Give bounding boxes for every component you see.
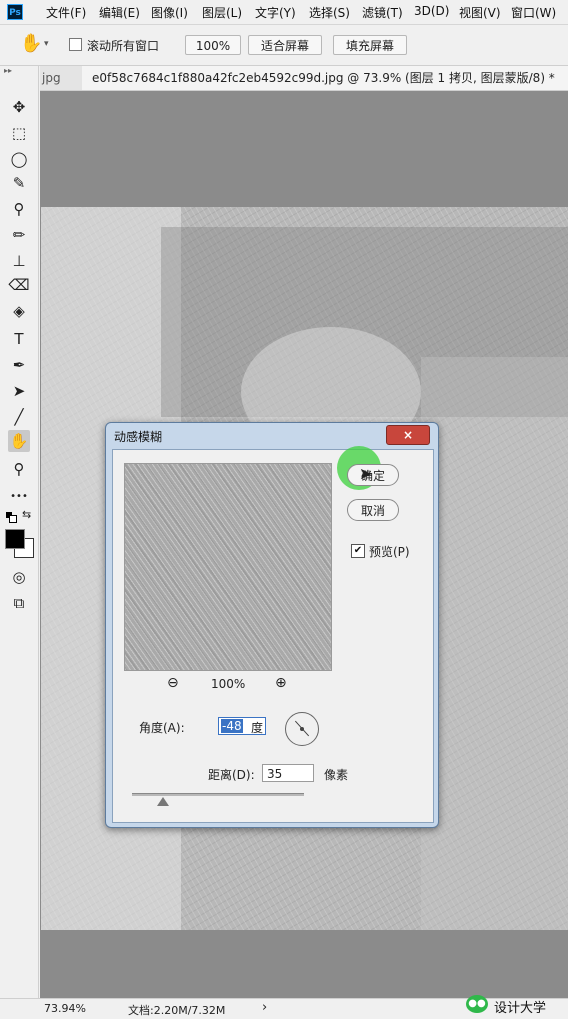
chevron-down-icon[interactable]: ▾ <box>44 39 49 49</box>
distance-unit: 像素 <box>324 768 349 782</box>
marquee-tool-icon[interactable]: ⬚ <box>8 122 30 144</box>
eyedropper-tool-icon[interactable]: ⚲ <box>8 198 30 220</box>
menu-filter[interactable]: 滤镜(T) <box>362 4 403 21</box>
menu-type[interactable]: 文字(Y) <box>255 4 296 21</box>
distance-slider-thumb[interactable] <box>157 797 169 806</box>
preview-checkbox[interactable]: ✔ <box>351 544 365 558</box>
status-zoom[interactable]: 73.94% <box>44 1002 86 1015</box>
menu-3d[interactable]: 3D(D) <box>414 4 449 18</box>
zoom-100-button[interactable]: 100% <box>185 35 241 55</box>
default-colors-icon[interactable] <box>6 512 17 523</box>
angle-unit: 度 <box>251 721 264 735</box>
photoshop-logo-icon: Ps <box>7 4 23 20</box>
status-document-size: 文档:2.20M/7.32M <box>128 1004 226 1017</box>
tab-previous-document[interactable]: jpg <box>40 66 82 90</box>
wechat-icon: ●● <box>466 995 488 1013</box>
angle-value: -48 <box>221 719 243 733</box>
status-bar: 73.94% 文档:2.20M/7.32M › ●● 设计大学 <box>0 995 568 1019</box>
scroll-all-label: 滚动所有窗口 <box>87 39 160 53</box>
dialog-close-button[interactable]: × <box>386 425 430 445</box>
move-tool-icon[interactable]: ✥ <box>8 96 30 118</box>
hand-icon[interactable]: ✋ <box>20 33 42 54</box>
menu-view[interactable]: 视图(V) <box>459 4 501 21</box>
brush-tool-icon[interactable]: ✏ <box>8 224 30 246</box>
scroll-all-checkbox[interactable] <box>69 38 82 51</box>
menu-image[interactable]: 图像(I) <box>151 4 188 21</box>
lasso-tool-icon[interactable]: ◯ <box>8 148 30 170</box>
tools-panel: ▸▸ ✥ ⬚ ◯ ✎ ⚲ ✏ ⊥ ⌫ ◈ T ✒ ➤ ╱ ✋ ⚲ ••• ◎ ⧉ ⇆ <box>0 66 39 1000</box>
canvas-hair-right <box>421 357 568 930</box>
collapse-icon[interactable]: ▸▸ <box>4 66 12 75</box>
fill-screen-button[interactable]: 填充屏幕 <box>333 35 407 55</box>
dialog-title: 动感模糊 <box>114 430 163 444</box>
menu-file[interactable]: 文件(F) <box>46 4 86 21</box>
zoom-out-icon[interactable]: ⊖ <box>167 675 179 691</box>
menu-select[interactable]: 选择(S) <box>309 4 350 21</box>
menu-layer[interactable]: 图层(L) <box>202 4 242 21</box>
distance-slider-track[interactable] <box>132 793 304 796</box>
hand-tool-icon[interactable]: ✋ <box>8 430 30 452</box>
stamp-tool-icon[interactable]: ⊥ <box>8 250 30 272</box>
watermark-text: 设计大学 <box>494 1001 547 1016</box>
type-tool-icon[interactable]: T <box>8 328 30 350</box>
status-arrow-icon[interactable]: › <box>262 1000 267 1015</box>
menu-window[interactable]: 窗口(W) <box>511 4 556 21</box>
line-tool-icon[interactable]: ╱ <box>8 406 30 428</box>
angle-label: 角度(A): <box>139 721 185 735</box>
quick-select-tool-icon[interactable]: ✎ <box>8 172 30 194</box>
document-tab-bar: jpg e0f58c7684c1f880a42fc2eb4592c99d.jpg… <box>40 66 568 91</box>
quick-mask-icon[interactable]: ◎ <box>8 566 30 588</box>
fit-screen-button[interactable]: 适合屏幕 <box>248 35 322 55</box>
tab-label: e0f58c7684c1f880a42fc2eb4592c99d.jpg @ 7… <box>92 71 555 85</box>
more-tools-icon[interactable]: ••• <box>8 486 30 508</box>
tab-active-document[interactable]: e0f58c7684c1f880a42fc2eb4592c99d.jpg @ 7… <box>82 66 568 90</box>
path-select-tool-icon[interactable]: ➤ <box>8 380 30 402</box>
paint-bucket-tool-icon[interactable]: ◈ <box>8 300 30 322</box>
mouse-cursor-icon: ➤ <box>359 464 373 483</box>
cancel-button[interactable]: 取消 <box>347 499 399 521</box>
dialog-body: 确定 取消 ➤ ✔ 预览(P) ⊖ 100% ⊕ 角度(A): -48 度 距离… <box>112 446 434 823</box>
zoom-in-icon[interactable]: ⊕ <box>275 675 287 691</box>
angle-dial[interactable] <box>285 712 319 746</box>
motion-blur-dialog: 动感模糊 × 确定 取消 ➤ ✔ 预览(P) ⊖ 100% ⊕ 角度(A): -… <box>105 422 439 828</box>
tab-label: jpg <box>42 71 61 85</box>
options-bar: ✋ ▾ 滚动所有窗口 100% 适合屏幕 填充屏幕 <box>0 25 568 66</box>
swap-colors-icon[interactable]: ⇆ <box>22 508 31 521</box>
menu-bar: Ps 文件(F) 编辑(E) 图像(I) 图层(L) 文字(Y) 选择(S) 滤… <box>0 0 568 25</box>
eraser-tool-icon[interactable]: ⌫ <box>8 274 30 296</box>
pen-tool-icon[interactable]: ✒ <box>8 354 30 376</box>
zoom-tool-icon[interactable]: ⚲ <box>8 458 30 480</box>
distance-input[interactable]: 35 <box>262 764 314 782</box>
ok-button[interactable]: 确定 <box>347 464 399 486</box>
distance-label: 距离(D): <box>208 768 255 782</box>
foreground-color-swatch[interactable] <box>5 529 25 549</box>
screen-mode-icon[interactable]: ⧉ <box>8 592 30 614</box>
menu-edit[interactable]: 编辑(E) <box>99 4 140 21</box>
preview-label: 预览(P) <box>369 545 410 559</box>
filter-preview[interactable] <box>124 463 332 671</box>
preview-zoom-level: 100% <box>211 677 246 691</box>
